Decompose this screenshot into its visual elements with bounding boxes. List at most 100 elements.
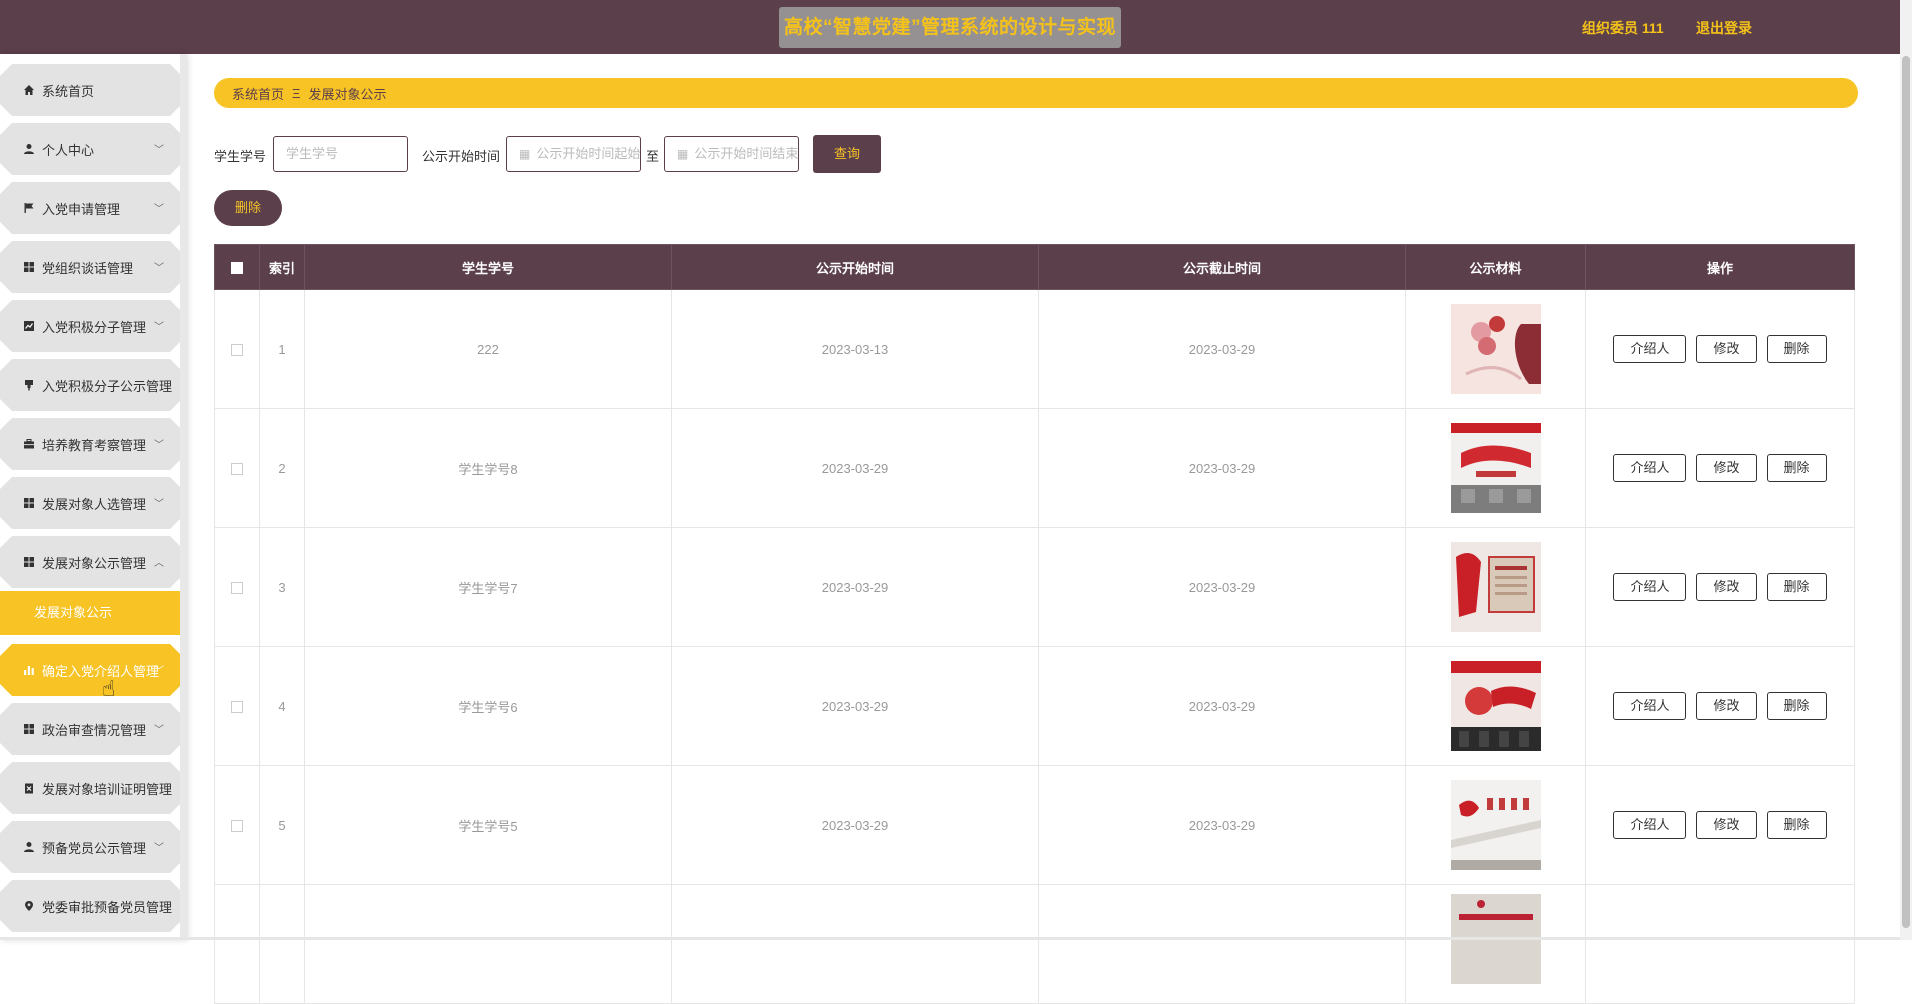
row-checkbox[interactable] xyxy=(231,344,243,357)
sidebar-item-label: 入党积极分子公示管理 xyxy=(42,378,173,394)
end-date-placeholder: 公示开始时间结束 xyxy=(694,146,799,161)
edit-button[interactable]: 修改 xyxy=(1696,811,1757,839)
sidebar-item-activists[interactable]: 入党积极分子管理 ﹀ xyxy=(0,300,182,352)
start-date-cell: 2023-03-29 xyxy=(671,765,1039,885)
end-date-cell: 2023-03-29 xyxy=(1038,527,1406,647)
student-id-cell: 222 xyxy=(304,289,672,409)
sidebar-edge xyxy=(180,54,186,940)
delete-button[interactable]: 删除 xyxy=(1766,335,1827,363)
material-thumbnail[interactable] xyxy=(1450,661,1541,751)
chevron-down-icon: ﹀ xyxy=(154,843,164,854)
sidebar-item-party-talks[interactable]: 党组织谈话管理 ﹀ xyxy=(0,241,182,293)
sidebar-item-probationary-publicity[interactable]: 预备党员公示管理 ﹀ xyxy=(0,821,182,873)
introducer-button[interactable]: 介绍人 xyxy=(1613,692,1687,720)
sidebar-item-training-inspection[interactable]: 培养教育考察管理 ﹀ xyxy=(0,418,182,470)
index-cell: 4 xyxy=(259,646,305,766)
sidebar-item-label: 系统首页 xyxy=(42,83,95,99)
scrollbar-thumb[interactable] xyxy=(1902,56,1910,928)
start-date-input[interactable]: ▦ 公示开始时间起始 xyxy=(506,136,641,172)
row-select-cell xyxy=(214,527,260,647)
operations-cell: 介绍人 修改 删除 xyxy=(1585,765,1855,885)
sidebar-item-candidate-publicity[interactable]: 发展对象公示管理 ︿ xyxy=(0,536,182,588)
operations-cell: 介绍人 修改 删除 xyxy=(1585,646,1855,766)
delete-button[interactable]: 删除 xyxy=(1766,692,1827,720)
sidebar-item-activists-publicity[interactable]: 入党积极分子公示管理 xyxy=(0,359,182,411)
sidebar-item-label: 培养教育考察管理 xyxy=(42,437,147,453)
submenu-item-candidate-publicity[interactable]: 发展对象公示 xyxy=(0,591,182,635)
delete-button[interactable]: 删除 xyxy=(1766,454,1827,482)
sidebar-item-label: 党委审批预备党员管理 xyxy=(42,899,173,915)
student-id-cell: 学生学号7 xyxy=(304,527,672,647)
operations-cell: 介绍人 修改 删除 xyxy=(1585,527,1855,647)
introducer-button[interactable]: 介绍人 xyxy=(1613,335,1687,363)
table-row: 4 学生学号6 2023-03-29 2023-03-29 介绍人 修改 删除 xyxy=(214,646,1855,766)
sidebar-item-candidate-selection[interactable]: 发展对象人选管理 ﹀ xyxy=(0,477,182,529)
row-checkbox[interactable] xyxy=(231,463,243,476)
end-date-cell: 2023-03-29 xyxy=(1038,646,1406,766)
query-button[interactable]: 查询 xyxy=(813,135,881,173)
start-date-cell: 2023-03-29 xyxy=(671,527,1039,647)
start-date-cell xyxy=(671,884,1039,1004)
row-select-cell xyxy=(214,884,260,1004)
row-checkbox[interactable] xyxy=(231,582,243,595)
edit-button[interactable]: 修改 xyxy=(1696,573,1757,601)
batch-delete-button[interactable]: 删除 xyxy=(214,190,282,226)
sidebar-item-home[interactable]: 系统首页 xyxy=(0,64,182,116)
grid-icon xyxy=(22,260,36,274)
delete-button[interactable]: 删除 xyxy=(1766,811,1827,839)
material-thumbnail[interactable] xyxy=(1450,780,1541,870)
sidebar-item-political-review[interactable]: 政治审查情况管理 ﹀ xyxy=(0,703,182,755)
student-id-label: 学生学号 xyxy=(214,149,267,164)
pin-icon xyxy=(22,899,36,913)
breadcrumb-separator: Ξ xyxy=(292,85,301,101)
material-cell xyxy=(1405,765,1586,885)
app-title: 高校“智慧党建”管理系统的设计与实现 xyxy=(779,7,1121,48)
row-select-cell xyxy=(214,646,260,766)
sidebar-item-label: 入党积极分子管理 xyxy=(42,319,147,335)
introducer-button[interactable]: 介绍人 xyxy=(1613,573,1687,601)
sidebar-item-party-application[interactable]: 入党申请管理 ﹀ xyxy=(0,182,182,234)
material-cell xyxy=(1405,408,1586,528)
end-date-input[interactable]: ▦ 公示开始时间结束 xyxy=(664,136,799,172)
material-thumbnail[interactable] xyxy=(1450,542,1541,632)
row-select-cell xyxy=(214,408,260,528)
calendar-icon: ▦ xyxy=(677,147,689,161)
sidebar-item-label: 发展对象人选管理 xyxy=(42,496,147,512)
clipboard-icon xyxy=(22,781,36,795)
grid-icon xyxy=(22,722,36,736)
grid-icon xyxy=(22,496,36,510)
chevron-down-icon: ﹀ xyxy=(154,322,164,333)
introducer-button[interactable]: 介绍人 xyxy=(1613,454,1687,482)
grid-icon xyxy=(22,555,36,569)
delete-button[interactable]: 删除 xyxy=(1766,573,1827,601)
student-id-cell: 学生学号6 xyxy=(304,646,672,766)
edit-button[interactable]: 修改 xyxy=(1696,454,1757,482)
table-row: 5 学生学号5 2023-03-29 2023-03-29 介绍人 修改 删除 xyxy=(214,765,1855,885)
material-thumbnail[interactable] xyxy=(1450,304,1541,394)
table-header-row: 索引 学生学号 公示开始时间 公示截止时间 公示材料 操作 xyxy=(214,244,1855,290)
sidebar-item-introducer[interactable]: 确定入党介绍人管理 ﹀ xyxy=(0,644,182,696)
row-checkbox[interactable] xyxy=(231,701,243,714)
breadcrumb-home[interactable]: 系统首页 xyxy=(232,84,284,103)
student-id-input[interactable]: 学生学号 xyxy=(273,136,408,172)
logout-link[interactable]: 退出登录 xyxy=(1696,18,1752,38)
end-date-cell: 2023-03-29 xyxy=(1038,289,1406,409)
sidebar-item-committee-approval[interactable]: 党委审批预备党员管理 xyxy=(0,880,182,932)
table-row xyxy=(214,884,1855,1004)
material-thumbnail[interactable] xyxy=(1450,423,1541,513)
sidebar-item-label: 入党申请管理 xyxy=(42,201,121,217)
edit-button[interactable]: 修改 xyxy=(1696,692,1757,720)
sidebar-item-training-certificate[interactable]: 发展对象培训证明管理 xyxy=(0,762,182,814)
sidebar-item-personal-center[interactable]: 个人中心 ﹀ xyxy=(0,123,182,175)
sidebar: 系统首页 个人中心 ﹀ 入党申请管理 ﹀ 党组织谈话管理 ﹀ 入党积极分子管理 … xyxy=(0,54,186,940)
sidebar-item-label: 发展对象培训证明管理 xyxy=(42,781,173,797)
end-date-cell xyxy=(1038,884,1406,1004)
publicity-table: 索引 学生学号 公示开始时间 公示截止时间 公示材料 操作 1 222 2023… xyxy=(214,244,1855,1004)
table-row: 2 学生学号8 2023-03-29 2023-03-29 介绍人 修改 删除 xyxy=(214,408,1855,528)
row-select-cell xyxy=(214,289,260,409)
introducer-button[interactable]: 介绍人 xyxy=(1613,811,1687,839)
select-all-checkbox[interactable] xyxy=(231,262,243,275)
edit-button[interactable]: 修改 xyxy=(1696,335,1757,363)
material-cell xyxy=(1405,289,1586,409)
row-checkbox[interactable] xyxy=(231,820,243,833)
